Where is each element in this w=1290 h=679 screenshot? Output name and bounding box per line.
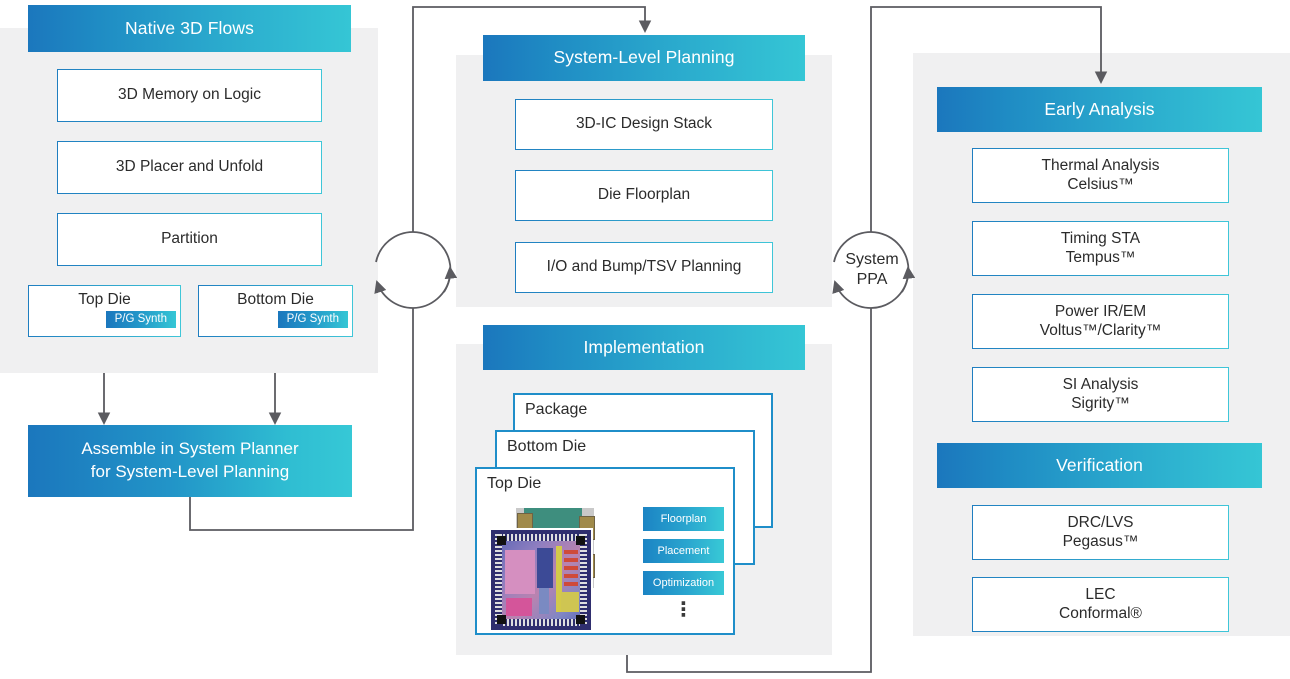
package-card-label: Package: [525, 401, 588, 418]
assemble-line-1: Assemble in System Planner: [81, 439, 299, 459]
box-line-1: Power IR/EM: [1054, 302, 1147, 320]
box-label: Die Floorplan: [597, 186, 691, 204]
box-line-2: Voltus™/Clarity™: [1039, 321, 1162, 339]
box-label: 3D-IC Design Stack: [575, 115, 713, 133]
box-label: 3D Placer and Unfold: [115, 158, 264, 176]
top-die-pg-synth-badge: P/G Synth: [105, 311, 176, 329]
early-analysis-header: Early Analysis: [937, 87, 1262, 132]
bottom-die-pg-synth-badge: P/G Synth: [277, 311, 348, 329]
native-flow-item-3d-placer-and-unfold[interactable]: 3D Placer and Unfold: [57, 141, 322, 194]
system-ppa-cycle-label: System PPA: [833, 247, 911, 293]
implementation-header-label: Implementation: [583, 336, 705, 357]
implementation-header: Implementation: [483, 325, 805, 370]
box-label: 3D Memory on Logic: [117, 86, 261, 104]
box-label: Partition: [161, 230, 218, 248]
verification-header: Verification: [937, 443, 1262, 488]
box-line-2: Tempus™: [1065, 248, 1136, 266]
diagram-canvas: Native 3D Flows 3D Memory on Logic 3D Pl…: [0, 0, 1290, 679]
die-photo-front: [489, 528, 593, 632]
verification-item-lec[interactable]: LEC Conformal®: [972, 577, 1229, 632]
left-cycle-label: [375, 238, 453, 302]
top-die-label: Top Die: [78, 291, 131, 308]
more-steps-icon: ⋮: [643, 599, 724, 621]
box-line-1: SI Analysis: [1062, 375, 1139, 393]
system-level-planning-header-label: System-Level Planning: [553, 47, 735, 68]
native-flow-item-3d-memory-on-logic[interactable]: 3D Memory on Logic: [57, 69, 322, 122]
native-flows-header: Native 3D Flows: [28, 5, 351, 52]
bottom-die-label: Bottom Die: [237, 291, 314, 308]
more-steps-glyph: ⋮: [673, 599, 694, 621]
box-line-2: Sigrity™: [1071, 394, 1130, 412]
assemble-in-system-planner-block[interactable]: Assemble in System Planner for System-Le…: [28, 425, 352, 497]
box-line-2: Pegasus™: [1062, 532, 1139, 550]
minibtn-label: Placement: [657, 545, 710, 557]
box-label: I/O and Bump/TSV Planning: [546, 258, 742, 276]
box-line-1: Thermal Analysis: [1041, 156, 1160, 174]
system-ppa-line-1: System: [845, 251, 899, 268]
slp-item-io-bump-tsv-planning[interactable]: I/O and Bump/TSV Planning: [515, 242, 773, 293]
minibtn-label: Floorplan: [660, 513, 707, 525]
verification-item-drc-lvs[interactable]: DRC/LVS Pegasus™: [972, 505, 1229, 560]
system-level-planning-header: System-Level Planning: [483, 35, 805, 81]
slp-item-3d-ic-design-stack[interactable]: 3D-IC Design Stack: [515, 99, 773, 150]
slp-item-die-floorplan[interactable]: Die Floorplan: [515, 170, 773, 221]
native-flows-header-label: Native 3D Flows: [125, 17, 254, 38]
early-analysis-item-si[interactable]: SI Analysis Sigrity™: [972, 367, 1229, 422]
top-die-card-label: Top Die: [487, 475, 542, 492]
bottom-die-card-label: Bottom Die: [507, 438, 587, 455]
early-analysis-header-label: Early Analysis: [1044, 98, 1155, 119]
bottom-die-box[interactable]: Bottom Die P/G Synth: [198, 285, 353, 337]
implementation-step-floorplan[interactable]: Floorplan: [643, 507, 724, 531]
box-line-1: LEC: [1085, 585, 1116, 603]
implementation-step-placement[interactable]: Placement: [643, 539, 724, 563]
implementation-step-optimization[interactable]: Optimization: [643, 571, 724, 595]
assemble-line-2: for System-Level Planning: [90, 462, 290, 481]
early-analysis-item-power[interactable]: Power IR/EM Voltus™/Clarity™: [972, 294, 1229, 349]
system-ppa-line-2: PPA: [856, 271, 888, 288]
box-line-1: Timing STA: [1060, 229, 1141, 247]
box-line-2: Celsius™: [1067, 175, 1134, 193]
box-line-1: DRC/LVS: [1067, 513, 1134, 531]
box-line-2: Conformal®: [1059, 604, 1142, 622]
early-analysis-item-timing[interactable]: Timing STA Tempus™: [972, 221, 1229, 276]
minibtn-label: Optimization: [652, 577, 715, 589]
early-analysis-item-thermal[interactable]: Thermal Analysis Celsius™: [972, 148, 1229, 203]
top-die-box[interactable]: Top Die P/G Synth: [28, 285, 181, 337]
verification-header-label: Verification: [1056, 454, 1143, 475]
native-flow-item-partition[interactable]: Partition: [57, 213, 322, 266]
